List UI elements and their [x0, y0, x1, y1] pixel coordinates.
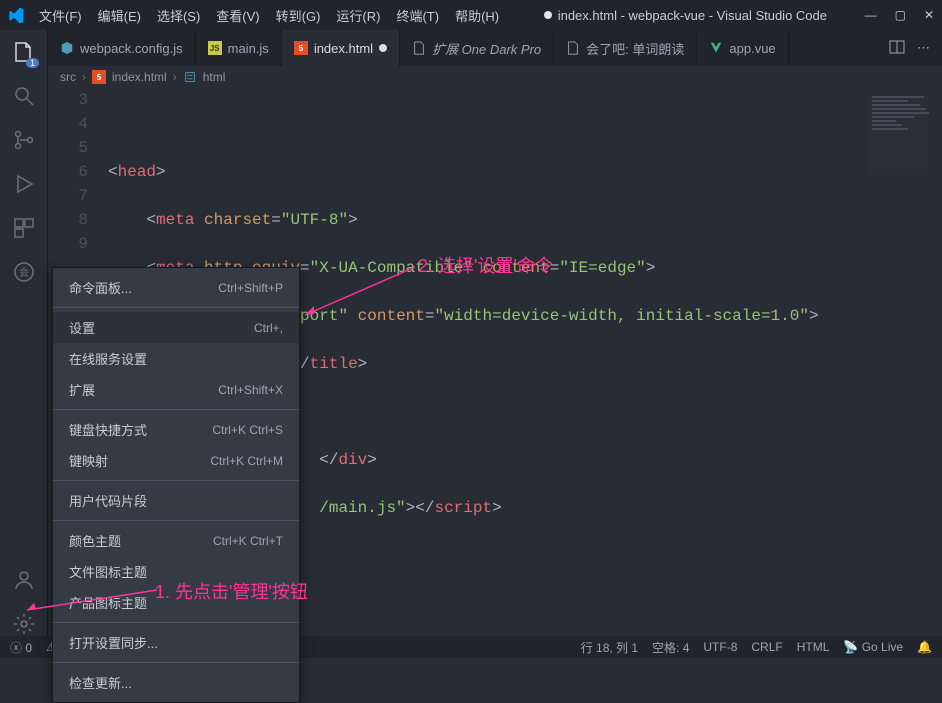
close-button[interactable]: ✕: [924, 8, 934, 22]
menu-edit[interactable]: 编辑(E): [91, 2, 148, 29]
webpack-file-icon: [60, 41, 74, 55]
menu-help[interactable]: 帮助(H): [448, 2, 506, 29]
menu-separator: [53, 520, 299, 521]
status-encoding[interactable]: UTF-8: [703, 640, 737, 654]
menu-separator: [53, 480, 299, 481]
status-eol[interactable]: CRLF: [751, 640, 782, 654]
menu-command-palette[interactable]: 命令面板...Ctrl+Shift+P: [53, 272, 299, 303]
tab-main-js[interactable]: JS main.js: [196, 30, 282, 66]
tab-app-vue[interactable]: app.vue: [697, 30, 788, 66]
menu-go[interactable]: 转到(G): [269, 2, 328, 29]
tab-label: 扩展 One Dark Pro: [432, 39, 541, 58]
title-bar: 文件(F) 编辑(E) 选择(S) 查看(V) 转到(G) 运行(R) 终端(T…: [0, 0, 942, 30]
menu-separator: [53, 622, 299, 623]
explorer-badge: 1: [26, 58, 39, 68]
menu-file[interactable]: 文件(F): [32, 2, 89, 29]
window-controls: ― ▢ ✕: [865, 8, 934, 22]
annotation-text-1: 1. 先点击'管理'按钮: [155, 578, 308, 604]
annotation-arrow-2: [300, 262, 420, 320]
tab-actions: ⋯: [877, 30, 942, 66]
symbol-icon: [183, 70, 197, 84]
svg-text:会: 会: [19, 266, 29, 279]
run-debug-icon[interactable]: [12, 172, 36, 196]
breadcrumb-symbol[interactable]: html: [203, 70, 226, 84]
tab-label: 会了吧: 单词朗读: [586, 39, 684, 58]
minimize-button[interactable]: ―: [865, 8, 877, 22]
menu-keyboard-shortcuts[interactable]: 键盘快捷方式Ctrl+K Ctrl+S: [53, 414, 299, 445]
menu-settings-sync[interactable]: 打开设置同步...: [53, 627, 299, 658]
menu-selection[interactable]: 选择(S): [150, 2, 207, 29]
more-actions-icon[interactable]: ⋯: [917, 40, 930, 56]
generic-file-icon: [412, 41, 426, 55]
huile-icon[interactable]: 会: [12, 260, 36, 284]
extensions-icon[interactable]: [12, 216, 36, 240]
window-title: index.html - webpack-vue - Visual Studio…: [506, 8, 864, 23]
menu-extensions[interactable]: 扩展Ctrl+Shift+X: [53, 374, 299, 405]
code-line: <meta charset="UTF-8">: [108, 208, 882, 232]
status-errors[interactable]: ⓧ 0: [10, 639, 32, 656]
menu-run[interactable]: 运行(R): [329, 2, 387, 29]
status-language[interactable]: HTML: [797, 640, 830, 654]
split-editor-icon[interactable]: [889, 39, 905, 58]
annotation-arrow-1: [22, 585, 162, 615]
manage-gear-icon[interactable]: [12, 612, 36, 636]
menu-online-services[interactable]: 在线服务设置: [53, 343, 299, 374]
editor-tabs: webpack.config.js JS main.js 5 index.htm…: [48, 30, 942, 66]
menu-separator: [53, 307, 299, 308]
status-golive[interactable]: 📡 Go Live: [843, 640, 903, 654]
menu-view[interactable]: 查看(V): [209, 2, 266, 29]
menu-settings[interactable]: 设置Ctrl+,: [53, 312, 299, 343]
generic-file-icon: [566, 41, 580, 55]
menu-separator: [53, 662, 299, 663]
vscode-logo-icon: [8, 7, 24, 23]
window-title-text: index.html - webpack-vue - Visual Studio…: [558, 8, 827, 23]
js-file-icon: JS: [208, 41, 222, 55]
menu-check-updates[interactable]: 检查更新...: [53, 667, 299, 698]
html-file-icon: 5: [294, 41, 308, 55]
html-file-icon: 5: [92, 70, 106, 84]
menu-bar: 文件(F) 编辑(E) 选择(S) 查看(V) 转到(G) 运行(R) 终端(T…: [32, 2, 506, 29]
dirty-dot-icon: [544, 11, 552, 19]
tab-label: main.js: [228, 41, 269, 56]
status-bell-icon[interactable]: 🔔: [917, 640, 932, 654]
tab-index-html[interactable]: 5 index.html: [282, 30, 400, 66]
menu-terminal[interactable]: 终端(T): [389, 2, 446, 29]
menu-separator: [53, 409, 299, 410]
code-line: <head>: [108, 160, 882, 184]
tab-label: index.html: [314, 41, 373, 56]
breadcrumb[interactable]: src › 5 index.html › html: [48, 66, 942, 88]
maximize-button[interactable]: ▢: [895, 8, 906, 22]
menu-color-theme[interactable]: 颜色主题Ctrl+K Ctrl+T: [53, 525, 299, 556]
chevron-right-icon: ›: [173, 70, 177, 84]
menu-user-snippets[interactable]: 用户代码片段: [53, 485, 299, 516]
tab-label: webpack.config.js: [80, 41, 183, 56]
status-indent[interactable]: 空格: 4: [652, 639, 689, 656]
source-control-icon[interactable]: [12, 128, 36, 152]
breadcrumb-file[interactable]: index.html: [112, 70, 167, 84]
minimap[interactable]: [868, 94, 928, 174]
tab-huile[interactable]: 会了吧: 单词朗读: [554, 30, 697, 66]
tab-dirty-dot-icon: [379, 44, 387, 52]
tab-label: app.vue: [729, 41, 775, 56]
menu-keymap[interactable]: 键映射Ctrl+K Ctrl+M: [53, 445, 299, 476]
search-icon[interactable]: [12, 84, 36, 108]
manage-context-menu: 命令面板...Ctrl+Shift+P 设置Ctrl+, 在线服务设置 扩展Ct…: [52, 267, 300, 703]
code-line: [108, 112, 882, 136]
activity-bar: 1 会: [0, 30, 48, 636]
tab-onedark-ext[interactable]: 扩展 One Dark Pro: [400, 30, 554, 66]
breadcrumb-src[interactable]: src: [60, 70, 76, 84]
chevron-right-icon: ›: [82, 70, 86, 84]
tab-webpack-config[interactable]: webpack.config.js: [48, 30, 196, 66]
annotation-text-2: 2. 选择'设置'命令: [418, 252, 553, 278]
status-line-col[interactable]: 行 18, 列 1: [581, 639, 638, 656]
vue-file-icon: [709, 41, 723, 55]
